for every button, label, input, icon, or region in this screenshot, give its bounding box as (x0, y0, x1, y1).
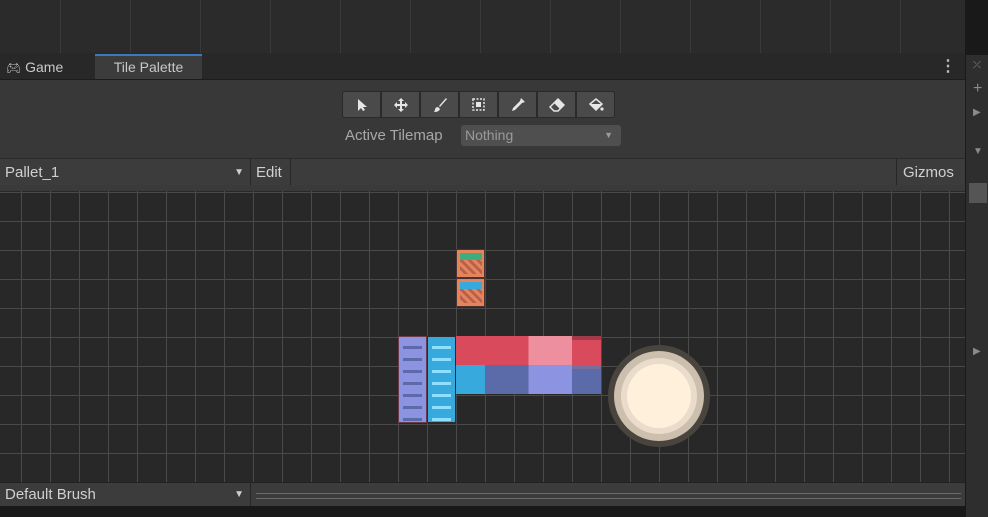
flood-fill-tool-button[interactable] (576, 91, 615, 118)
eraser-icon (548, 97, 565, 112)
brush-value: Default Brush (5, 486, 96, 503)
tab-tile-palette-label: Tile Palette (113, 59, 184, 75)
move-tool-button[interactable] (381, 91, 420, 118)
platform-blue-left[interactable] (456, 365, 485, 394)
paint-tool-button[interactable] (420, 91, 459, 118)
grass-tile[interactable] (456, 249, 485, 278)
erase-tool-button[interactable] (537, 91, 576, 118)
platform-pink[interactable] (543, 336, 572, 365)
brush-splitter[interactable] (256, 493, 961, 499)
chevron-down-icon: ▼ (604, 130, 613, 140)
cursor-arrow-icon (357, 98, 367, 111)
paint-bucket-icon (588, 97, 604, 111)
platform-red-left[interactable] (456, 336, 485, 365)
pin-icon[interactable]: ⤫ (973, 61, 981, 71)
platform-red-right[interactable] (572, 336, 601, 365)
bottom-edge (0, 506, 965, 517)
palette-dropdown[interactable]: Pallet_1 ▼ (0, 159, 251, 185)
brush-icon (433, 97, 447, 112)
platform-red-notch[interactable] (514, 336, 543, 365)
platform-red-mid[interactable] (485, 336, 514, 365)
expand-right-icon[interactable]: ▶ (973, 108, 981, 118)
more-options-icon[interactable]: ⋮ (940, 54, 956, 79)
window-tabbar: 🎮︎ Game Tile Palette ⋮ (0, 54, 965, 80)
tab-game[interactable]: 🎮︎ Game (6, 54, 88, 79)
active-tilemap-value: Nothing (465, 127, 514, 143)
active-tilemap-dropdown[interactable]: Nothing ▼ (461, 125, 621, 146)
select-tool-button[interactable] (342, 91, 381, 118)
plus-icon[interactable]: + (973, 81, 982, 97)
expand-right-icon[interactable]: ▶ (973, 347, 981, 357)
scrollbar-thumb[interactable] (969, 183, 987, 203)
water-tile[interactable] (456, 278, 485, 307)
expand-down-icon[interactable]: ▼ (973, 147, 983, 157)
box-fill-tool-button[interactable] (459, 91, 498, 118)
sun-tile[interactable] (608, 345, 710, 447)
tool-group (342, 91, 621, 118)
palette-grid[interactable] (0, 185, 965, 482)
tab-game-label: Game (25, 59, 64, 75)
platform-slate-mid[interactable] (485, 365, 514, 394)
gamepad-icon: 🎮︎ (6, 61, 22, 75)
palette-bar: Pallet_1 ▼ Edit Gizmos (0, 158, 965, 186)
brush-bar: Default Brush ▼ (0, 482, 965, 507)
edit-button[interactable]: Edit (251, 159, 291, 185)
ladder-tile-lavender[interactable] (398, 336, 427, 423)
active-tilemap-label: Active Tilemap (345, 127, 443, 144)
box-select-icon (471, 97, 485, 111)
chevron-down-icon: ▼ (234, 167, 244, 178)
brush-dropdown[interactable]: Default Brush ▼ (0, 483, 251, 507)
side-panel: ⤫ + ▶ ▼ ▶ (965, 55, 988, 517)
platform-slate-notch[interactable] (514, 365, 543, 394)
move-arrows-icon (393, 97, 408, 112)
scene-view-strip (0, 0, 965, 53)
ladder-tile-blue[interactable] (427, 336, 456, 423)
platform-lavender[interactable] (543, 365, 572, 394)
eyedropper-icon (511, 97, 525, 111)
pick-tool-button[interactable] (498, 91, 537, 118)
chevron-down-icon: ▼ (234, 489, 244, 500)
palette-value: Pallet_1 (5, 164, 60, 181)
platform-slate-right[interactable] (572, 365, 601, 394)
gizmos-button[interactable]: Gizmos (896, 159, 965, 185)
palette-grid-header (0, 185, 965, 191)
tab-tile-palette[interactable]: Tile Palette (95, 54, 202, 79)
